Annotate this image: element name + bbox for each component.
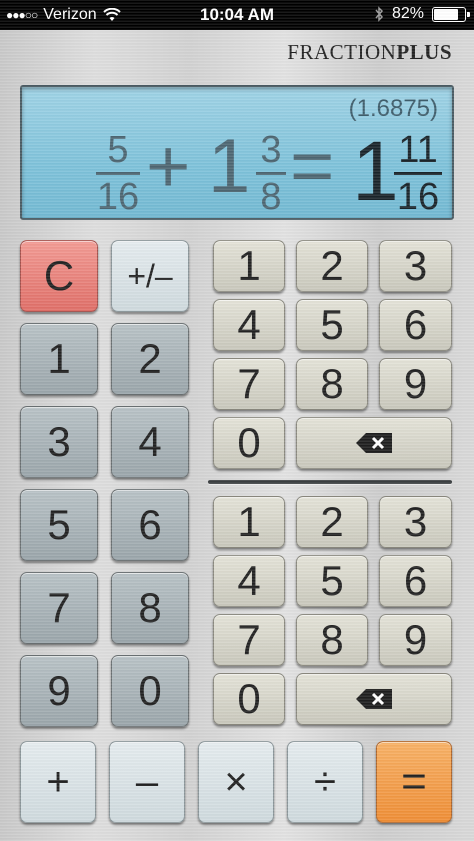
result-denominator: 16 xyxy=(396,176,440,218)
numerator-digit-9[interactable]: 9 xyxy=(379,358,452,410)
numerator-digit-7[interactable]: 7 xyxy=(213,358,285,410)
operand1-denominator: 16 xyxy=(96,176,140,218)
battery-percent: 82% xyxy=(391,5,424,22)
result-whole: 1 xyxy=(352,124,399,218)
whole-digit-0[interactable]: 0 xyxy=(111,655,189,727)
result-fraction: 11 16 xyxy=(394,131,442,216)
app-logo: FRACTIONPLUS xyxy=(287,40,452,64)
operator-symbol: + xyxy=(146,124,191,209)
result-numerator: 11 xyxy=(398,129,438,171)
denominator-digit-3[interactable]: 3 xyxy=(379,496,452,548)
whole-digit-3[interactable]: 3 xyxy=(20,406,98,478)
numerator-digit-2[interactable]: 2 xyxy=(296,240,368,292)
plus-button[interactable]: + xyxy=(20,741,96,823)
minus-button[interactable]: – xyxy=(109,741,185,823)
operand2-denominator: 8 xyxy=(260,176,282,218)
whole-digit-9[interactable]: 9 xyxy=(20,655,98,727)
backspace-icon xyxy=(356,433,392,453)
equals-button[interactable]: = xyxy=(376,741,452,823)
result-display: (1.6875) 5 16 + 1 3 8 = 1 11 16 xyxy=(20,85,454,220)
denominator-digit-9[interactable]: 9 xyxy=(379,614,452,666)
fraction-expression: 5 16 + 1 3 8 = 1 11 16 xyxy=(22,121,452,221)
denominator-backspace-button[interactable] xyxy=(296,673,452,725)
bluetooth-icon xyxy=(375,6,383,22)
whole-digit-1[interactable]: 1 xyxy=(20,323,98,395)
clear-button[interactable]: C xyxy=(20,240,98,312)
numerator-digit-6[interactable]: 6 xyxy=(379,299,452,351)
whole-digit-7[interactable]: 7 xyxy=(20,572,98,644)
whole-digit-5[interactable]: 5 xyxy=(20,489,98,561)
sign-toggle-button[interactable]: +/– xyxy=(111,240,189,312)
numerator-digit-0[interactable]: 0 xyxy=(213,417,285,469)
denominator-digit-4[interactable]: 4 xyxy=(213,555,285,607)
denominator-digit-5[interactable]: 5 xyxy=(296,555,368,607)
denominator-digit-1[interactable]: 1 xyxy=(213,496,285,548)
multiply-button[interactable]: × xyxy=(198,741,274,823)
battery-icon xyxy=(432,6,470,22)
denominator-digit-6[interactable]: 6 xyxy=(379,555,452,607)
whole-digit-4[interactable]: 4 xyxy=(111,406,189,478)
whole-digit-2[interactable]: 2 xyxy=(111,323,189,395)
denominator-digit-7[interactable]: 7 xyxy=(213,614,285,666)
operand1-fraction: 5 16 xyxy=(96,131,140,216)
operand1-numerator: 5 xyxy=(107,129,129,171)
numerator-digit-3[interactable]: 3 xyxy=(379,240,452,292)
status-bar: ●●●○○ Verizon 10:04 AM 82% xyxy=(0,0,474,30)
numerator-digit-8[interactable]: 8 xyxy=(296,358,368,410)
calculator-screen: ●●●○○ Verizon 10:04 AM 82% FRACTIONPLUS … xyxy=(0,0,474,841)
divide-button[interactable]: ÷ xyxy=(287,741,363,823)
denominator-digit-8[interactable]: 8 xyxy=(296,614,368,666)
whole-digit-6[interactable]: 6 xyxy=(111,489,189,561)
operand2-whole: 1 xyxy=(208,124,251,209)
numerator-digit-5[interactable]: 5 xyxy=(296,299,368,351)
numerator-digit-1[interactable]: 1 xyxy=(213,240,285,292)
backspace-icon xyxy=(356,689,392,709)
operand2-numerator: 3 xyxy=(260,129,282,171)
fraction-bar-divider xyxy=(208,480,452,484)
denominator-digit-0[interactable]: 0 xyxy=(213,673,285,725)
whole-digit-8[interactable]: 8 xyxy=(111,572,189,644)
numerator-backspace-button[interactable] xyxy=(296,417,452,469)
numerator-digit-4[interactable]: 4 xyxy=(213,299,285,351)
decimal-value: (1.6875) xyxy=(348,95,438,122)
denominator-digit-2[interactable]: 2 xyxy=(296,496,368,548)
operand2-fraction: 3 8 xyxy=(256,131,286,216)
equals-symbol: = xyxy=(290,124,335,209)
